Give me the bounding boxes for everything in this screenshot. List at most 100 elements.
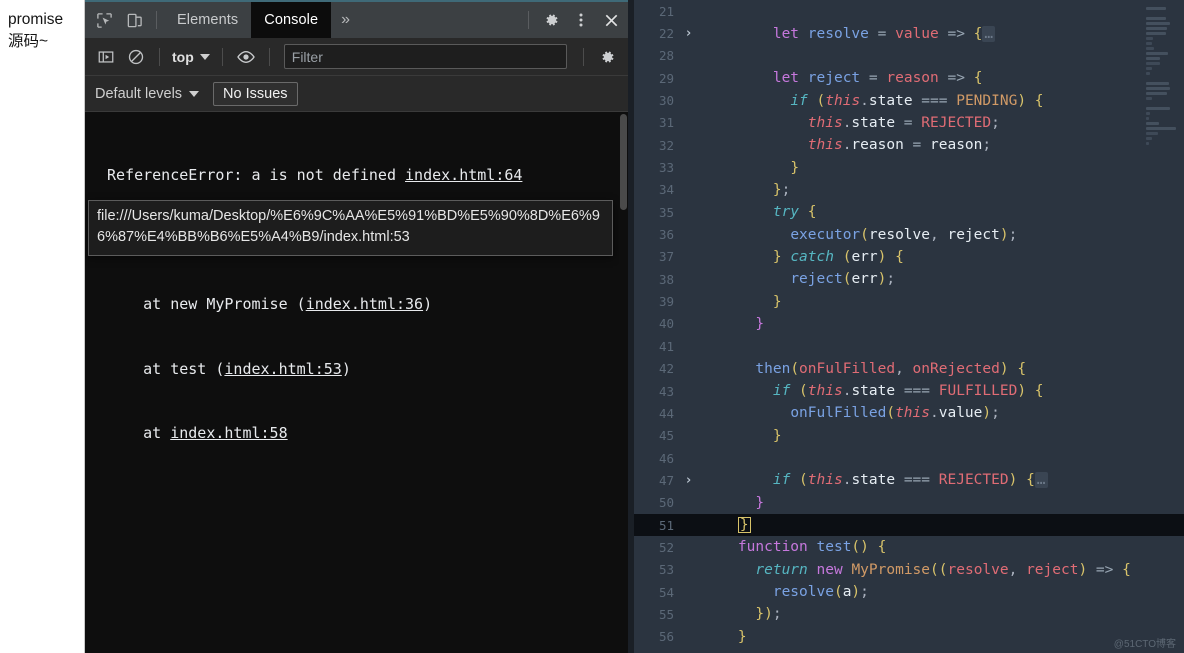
code-token: this [825,92,861,109]
code-token: ) [1078,561,1088,578]
code-token: ( [799,383,808,400]
code-line[interactable]: 50 } [634,492,1184,514]
more-tabs-icon[interactable]: » [331,2,360,38]
stack-link[interactable]: index.html:58 [170,424,287,442]
gear-icon[interactable] [536,6,566,34]
code-line[interactable]: 28 [634,45,1184,67]
code-line[interactable]: 30 if (this.state === PENDING) { [634,89,1184,111]
chevron-right-fold-icon[interactable]: › [680,473,697,488]
execution-context-select[interactable]: top [168,49,214,65]
tab-elements[interactable]: Elements [164,2,251,38]
code-token: err [851,248,878,265]
code-line[interactable]: 34 }; [634,179,1184,201]
code-token: test [816,539,852,556]
live-expression-icon[interactable] [231,43,261,71]
line-number: 50 [658,495,674,511]
console-error-message[interactable]: ReferenceError: a is not defined index.h… [85,112,628,488]
code-line[interactable]: 21 [634,0,1184,22]
code-token: ) [851,584,861,601]
stack-fn: test [170,359,216,378]
code-line[interactable]: 42 then(onFulFilled, onRejected) { [634,358,1184,380]
code-token: ; [860,584,869,601]
code-token: resolve [947,561,1009,578]
code-line[interactable]: 22 › let resolve = value => {… [634,22,1184,44]
code-token: if [772,383,791,400]
code-line[interactable]: 32 this.reason = reason; [634,134,1184,156]
line-number: 39 [658,294,674,310]
code-line[interactable]: 33 } [634,156,1184,178]
code-text: let resolve = value => {… [697,25,996,42]
code-line[interactable]: 44 onFulFilled(this.value); [634,402,1184,424]
default-levels-select[interactable]: Default levels [95,86,200,102]
code-line[interactable]: 29 let reject = reason => { [634,67,1184,89]
console-sidebar-icon[interactable] [91,43,121,71]
code-line[interactable]: 51 } [634,513,1184,537]
code-line[interactable]: 31 this.state = REJECTED; [634,112,1184,134]
console-toolbar: top [85,38,628,76]
console-scrollbar[interactable] [619,112,628,653]
code-line[interactable]: 36 executor(resolve, reject); [634,223,1184,245]
stack-link[interactable]: index.html:36 [306,295,423,313]
code-token: try [772,204,800,221]
error-source-link[interactable]: index.html:64 [405,166,522,184]
clear-console-icon[interactable] [121,43,151,71]
code-token: } [772,248,782,265]
code-token: let [772,70,800,87]
inspect-element-icon[interactable] [89,6,119,34]
code-line[interactable]: 47 › if (this.state === REJECTED) {… [634,469,1184,491]
code-line[interactable]: 39 } [634,290,1184,312]
line-number: 51 [658,517,674,533]
code-token: { [895,248,904,265]
code-line[interactable]: 56 } [634,626,1184,648]
code-editor[interactable]: 21 22 › let resolve = value => {… 28 29 let … [634,0,1184,653]
code-line[interactable]: 43 if (this.state === FULFILLED) { [634,380,1184,402]
code-line[interactable]: 45 } [634,425,1184,447]
code-token: return [755,561,808,578]
code-line[interactable]: 40 } [634,313,1184,335]
more-options-icon[interactable] [566,6,596,34]
tab-elements-label: Elements [177,12,239,28]
code-line[interactable]: 35 try { [634,201,1184,223]
code-line[interactable]: 37 } catch (err) { [634,246,1184,268]
code-token: this [807,137,843,154]
tabbar-actions [521,2,626,38]
no-issues-button[interactable]: No Issues [213,81,298,106]
stack-link-hovered[interactable]: index.html:53 [224,360,341,378]
line-number: 41 [658,338,674,354]
code-line[interactable]: 46 [634,447,1184,469]
code-text: executor(resolve, reject); [697,227,1017,243]
close-icon[interactable] [596,6,626,34]
code-line[interactable]: 55 }); [634,603,1184,625]
code-line[interactable]: 41 [634,335,1184,357]
line-number: 38 [658,271,674,287]
line-number: 37 [658,249,674,265]
code-token: ( [799,472,808,489]
console-output-area[interactable]: ReferenceError: a is not defined index.h… [85,112,628,653]
code-token: value [938,405,983,422]
stack-prefix: at [107,424,171,442]
code-line[interactable]: 52 function test() { [634,536,1184,558]
line-number: 31 [658,115,674,131]
filter-input[interactable] [283,44,567,69]
code-token: , [930,226,948,243]
code-token: onFulFilled [790,405,887,422]
code-line[interactable]: 38 reject(err); [634,268,1184,290]
code-text: } [697,629,747,645]
chevron-right-fold-icon[interactable]: › [680,26,697,41]
code-token: ) [982,405,992,422]
stack-frame: at new MyPromise (index.html:36) [107,294,628,316]
device-toolbar-icon[interactable] [119,6,149,34]
code-text: try { [697,204,817,220]
console-settings-icon[interactable] [592,43,622,71]
tab-console[interactable]: Console [251,2,332,38]
code-line[interactable]: 53 return new MyPromise((resolve, reject… [634,559,1184,581]
code-line[interactable]: 54 resolve(a); [634,581,1184,603]
toolbar-divider-2 [221,47,223,66]
